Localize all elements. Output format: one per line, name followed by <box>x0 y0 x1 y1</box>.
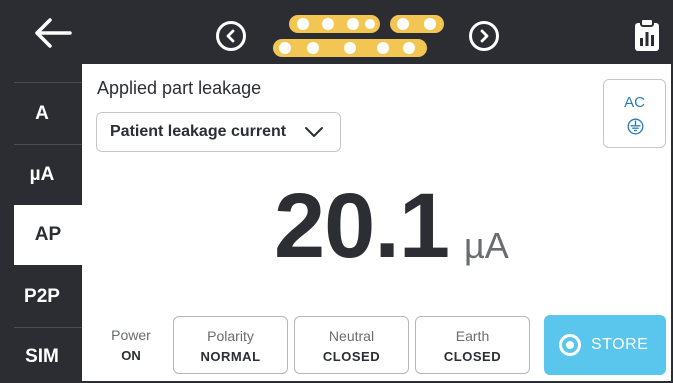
store-label: STORE <box>591 336 649 353</box>
record-icon <box>559 334 581 356</box>
measurement-type-select[interactable]: Patient leakage current <box>96 112 341 152</box>
page-title: Applied part leakage <box>97 78 262 98</box>
select-value: Patient leakage current <box>110 123 287 140</box>
sidebar-divider <box>14 82 82 83</box>
next-step-button[interactable] <box>469 21 499 51</box>
measurement-unit: µA <box>464 225 509 266</box>
ac-mode-button[interactable]: AC <box>603 79 666 148</box>
neutral-button[interactable]: Neutral CLOSED <box>294 316 409 374</box>
power-status: Power ON <box>100 327 162 363</box>
neutral-label: Neutral <box>328 328 375 344</box>
earth-label: Earth <box>455 328 490 344</box>
step-group-2 <box>390 15 444 33</box>
clipboard-chart-icon <box>635 18 659 51</box>
earth-ground-circle-icon <box>627 118 644 135</box>
top-bar <box>2 2 671 64</box>
chevron-down-icon <box>305 127 323 137</box>
mode-sidebar: A µA AP P2P SIM <box>2 64 82 381</box>
polarity-label: Polarity <box>207 328 254 344</box>
report-button[interactable] <box>634 18 660 52</box>
ac-mode-label: AC <box>624 94 645 111</box>
step-progress-indicator <box>273 14 447 60</box>
arrow-left-icon <box>35 18 72 48</box>
step-group-1 <box>289 15 380 33</box>
sidebar-item-ua[interactable]: µA <box>2 145 82 205</box>
polarity-value: NORMAL <box>200 349 261 364</box>
store-button[interactable]: STORE <box>544 315 666 375</box>
power-label: Power <box>111 327 151 343</box>
sidebar-item-a[interactable]: A <box>2 84 82 144</box>
step-group-3 <box>273 39 427 57</box>
back-button[interactable] <box>32 16 74 50</box>
earth-value: CLOSED <box>443 349 502 364</box>
chevron-right-circle-icon <box>480 29 489 43</box>
sidebar-item-sim[interactable]: SIM <box>2 327 82 381</box>
sidebar-item-p2p[interactable]: P2P <box>2 267 82 327</box>
power-value: ON <box>121 348 141 363</box>
app-window: A µA AP P2P SIM Applied part leakage Pat… <box>0 0 673 383</box>
measurement-value: 20.1 <box>274 175 450 277</box>
earth-button[interactable]: Earth CLOSED <box>415 316 530 374</box>
neutral-value: CLOSED <box>322 349 381 364</box>
prev-step-button[interactable] <box>216 21 246 51</box>
sidebar-item-ap[interactable]: AP <box>14 205 82 265</box>
chevron-left-circle-icon <box>226 29 235 43</box>
polarity-button[interactable]: Polarity NORMAL <box>173 316 288 374</box>
